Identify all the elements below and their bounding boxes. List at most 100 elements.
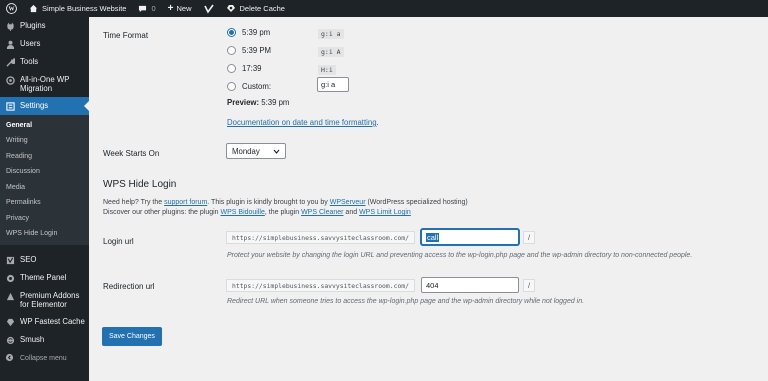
login-url-value: call: [426, 233, 440, 242]
custom-label: Custom:: [242, 82, 272, 91]
time-format-option-1[interactable]: 5:39 pm: [227, 28, 270, 37]
settings-submenu: General Writing Reading Discussion Media…: [0, 115, 89, 245]
format-code: g:i a: [318, 29, 344, 39]
wps-cleaner-link[interactable]: WPS Cleaner: [301, 209, 343, 216]
comment-icon: [138, 5, 147, 13]
format-code: g:i A: [318, 47, 344, 57]
wps-bidouille-link[interactable]: WPS Bidouille: [221, 209, 265, 216]
sidebar-item-label: Settings: [20, 101, 49, 110]
redirection-url-prefix: https://simplebusiness.savvysiteclassroo…: [226, 279, 415, 292]
collapse-menu-button[interactable]: Collapse menu: [0, 349, 89, 364]
tools-icon: [5, 57, 15, 67]
help-text: (WordPress specialized hosting): [365, 199, 468, 206]
wps-limit-login-link[interactable]: WPS Limit Login: [359, 209, 411, 216]
preview: Preview: 5:39 pm: [227, 98, 289, 107]
save-changes-button[interactable]: Save Changes: [102, 327, 162, 346]
sidebar-item-settings[interactable]: Settings: [0, 97, 89, 115]
users-icon: [5, 39, 15, 49]
sidebar-item-smush[interactable]: Smush: [0, 331, 89, 349]
week-starts-value: Monday: [232, 146, 260, 156]
sidebar-item-label: Tools: [20, 57, 39, 66]
sidebar-item-label: SEO: [20, 255, 37, 264]
delete-cache-link[interactable]: Delete Cache: [220, 0, 291, 17]
support-forum-link[interactable]: support forum: [164, 199, 207, 206]
sidebar-item-premium-addons[interactable]: Premium Addons for Elementor: [0, 287, 89, 313]
time-format-option-3[interactable]: 17:39: [227, 64, 262, 73]
cache-icon: [226, 4, 236, 13]
sidebar-item-label: Plugins: [20, 21, 46, 30]
new-content-link[interactable]: + New: [162, 0, 198, 17]
settings-icon: [5, 101, 15, 111]
time-format-custom[interactable]: Custom:: [227, 82, 271, 91]
time-format-option-label: 5:39 pm: [242, 28, 271, 37]
time-format-option-2[interactable]: 5:39 PM: [227, 46, 271, 55]
format-code: H:i: [318, 65, 336, 75]
custom-format-input[interactable]: g:i a: [317, 77, 349, 92]
sidebar-item-label: Users: [20, 39, 41, 48]
help-text: , the plugin: [264, 209, 302, 216]
time-format-option-label: 17:39: [242, 64, 262, 73]
comments-link[interactable]: 0: [132, 0, 161, 17]
sidebar-item-label: WP Fastest Cache: [20, 317, 85, 326]
submenu-item-reading[interactable]: Reading: [0, 149, 89, 165]
week-starts-select[interactable]: Monday: [226, 143, 286, 159]
sidebar-item-users[interactable]: Users: [0, 35, 89, 53]
delete-cache-label: Delete Cache: [239, 4, 285, 13]
premium-addons-icon: [5, 291, 15, 301]
admin-sidebar: Plugins Users Tools All-in-One WP Migrat…: [0, 17, 89, 381]
sidebar-item-plugins[interactable]: Plugins: [0, 17, 89, 35]
submenu-item-wps-hide-login[interactable]: WPS Hide Login: [0, 227, 89, 243]
comments-count: 0: [151, 4, 156, 13]
fastest-cache-icon: [5, 317, 15, 327]
chevron-down-icon: [273, 147, 280, 156]
help-text: Need help? Try the: [103, 199, 165, 206]
time-format-label: Time Format: [103, 31, 149, 40]
sidebar-item-label: Theme Panel: [20, 273, 67, 282]
sidebar-item-all-in-one-wp-migration[interactable]: All-in-One WP Migration: [0, 71, 89, 97]
redirection-url-label: Redirection url: [103, 282, 155, 291]
submenu-item-media[interactable]: Media: [0, 180, 89, 196]
submenu-item-permalinks[interactable]: Permalinks: [0, 196, 89, 212]
sidebar-item-seo[interactable]: SEO: [0, 251, 89, 269]
login-url-label: Login url: [103, 237, 134, 246]
submenu-item-discussion[interactable]: Discussion: [0, 165, 89, 181]
doc-link-row: Documentation on date and time formattin…: [227, 118, 379, 127]
sidebar-item-theme-panel[interactable]: Theme Panel: [0, 269, 89, 287]
wpserveur-link[interactable]: WPServeur: [330, 199, 366, 206]
plugin-icon: [5, 21, 15, 31]
preview-label: Preview:: [227, 98, 260, 107]
migration-icon: [5, 75, 15, 85]
sidebar-item-wp-fastest-cache[interactable]: WP Fastest Cache: [0, 313, 89, 331]
submenu-item-writing[interactable]: Writing: [0, 134, 89, 150]
radio-unchecked[interactable]: [227, 64, 236, 73]
sidebar-item-label: Smush: [20, 335, 45, 344]
yoast-adminbar-icon[interactable]: [198, 0, 220, 17]
radio-unchecked[interactable]: [227, 82, 236, 91]
site-name-link[interactable]: Simple Business Website: [23, 0, 132, 17]
settings-main: Time Format 5:39 pm g:i a 5:39 PM g:i A …: [89, 17, 768, 381]
radio-unchecked[interactable]: [227, 46, 236, 55]
redirection-url-slash: /: [523, 279, 535, 292]
svg-text:W: W: [8, 7, 14, 13]
new-label: New: [176, 4, 192, 13]
preview-value: 5:39 pm: [261, 98, 290, 107]
redirection-url-input[interactable]: 404: [421, 277, 519, 293]
wordpress-logo-icon[interactable]: W: [0, 0, 23, 17]
date-time-doc-link[interactable]: Documentation on date and time formattin…: [227, 118, 377, 127]
login-url-input[interactable]: call: [421, 229, 519, 245]
submenu-item-general[interactable]: General: [0, 118, 89, 134]
sidebar-item-tools[interactable]: Tools: [0, 53, 89, 71]
help-text: and: [343, 209, 360, 216]
doc-link-suffix: .: [376, 118, 379, 127]
radio-checked[interactable]: [227, 28, 236, 37]
login-url-slash: /: [523, 231, 535, 244]
collapse-icon: [5, 353, 14, 364]
collapse-label: Collapse menu: [20, 355, 67, 362]
yoast-icon: [5, 255, 15, 265]
site-name: Simple Business Website: [42, 4, 127, 13]
submenu-item-privacy[interactable]: Privacy: [0, 211, 89, 227]
home-icon: [29, 4, 38, 13]
wps-hide-login-heading: WPS Hide Login: [103, 179, 177, 190]
plus-icon: +: [167, 3, 174, 14]
theme-panel-icon: [5, 273, 15, 283]
